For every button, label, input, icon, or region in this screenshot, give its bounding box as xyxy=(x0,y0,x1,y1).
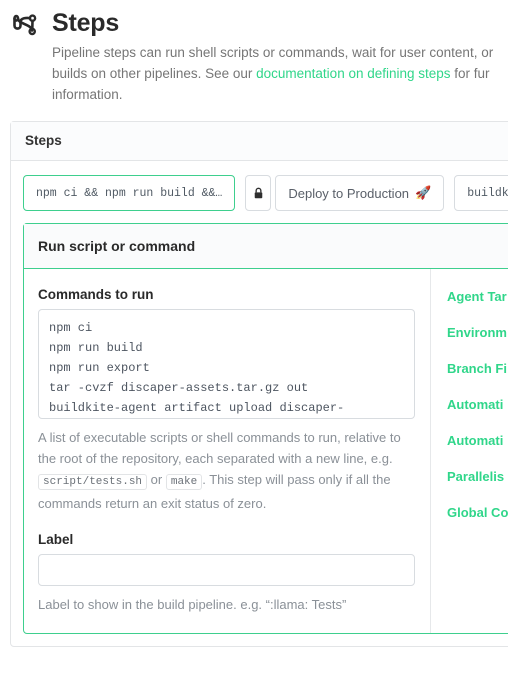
step-editor-form: Commands to run A list of executable scr… xyxy=(24,269,430,633)
page-header: Steps Pipeline steps can run shell scrip… xyxy=(0,0,508,105)
step-chip-buildkite-label: buildki xyxy=(467,186,508,200)
commands-to-run-textarea[interactable] xyxy=(38,309,415,419)
commands-to-run-help: A list of executable scripts or shell co… xyxy=(38,427,415,514)
page-description-line2: builds on other pipelines. See our xyxy=(52,66,257,81)
step-chip-deploy-label: Deploy to Production xyxy=(288,185,410,201)
step-editor-side-links: Agent Tar Environm Branch Fi Automati Au… xyxy=(430,269,508,633)
step-chip-command[interactable]: npm ci && npm run build &&… xyxy=(23,175,236,211)
steps-card-body: npm ci && npm run build &&… Deploy to Pr… xyxy=(11,161,508,646)
commands-help-text-1: A list of executable scripts or shell co… xyxy=(38,430,401,466)
steps-card: Steps npm ci && npm run build &&… Deploy… xyxy=(10,121,508,647)
label-input[interactable] xyxy=(38,554,415,586)
code-chip-script-tests: script/tests.sh xyxy=(38,474,148,490)
side-link-automatic-retry[interactable]: Automati xyxy=(447,397,508,412)
page-description-line1: Pipeline steps can run shell scripts or … xyxy=(52,45,494,60)
code-chip-make: make xyxy=(165,474,203,490)
step-chip-buildkite[interactable]: buildki xyxy=(454,175,508,211)
commands-help-or: or xyxy=(150,472,163,487)
step-editor-body: Commands to run A list of executable scr… xyxy=(24,269,508,633)
steps-card-title: Steps xyxy=(11,122,508,161)
page-description-line3: for fur xyxy=(450,66,490,81)
side-link-environment[interactable]: Environm xyxy=(447,325,508,340)
step-chip-command-label: npm ci && npm run build &&… xyxy=(36,186,223,200)
page-title: Steps xyxy=(52,9,120,37)
documentation-link[interactable]: documentation on defining steps xyxy=(256,66,450,81)
lock-icon xyxy=(245,175,272,211)
pipeline-icon xyxy=(10,11,40,41)
page-description: Pipeline steps can run shell scripts or … xyxy=(52,42,508,105)
side-link-automatic-second[interactable]: Automati xyxy=(447,433,508,448)
label-field-label: Label xyxy=(38,532,74,547)
step-editor-panel: Run script or command Commands to run A … xyxy=(23,223,508,634)
side-link-parallelism[interactable]: Parallelis xyxy=(447,469,508,484)
page-description-line4: information. xyxy=(52,87,123,102)
side-link-agent-targeting[interactable]: Agent Tar xyxy=(447,289,508,304)
step-chip-deploy[interactable]: Deploy to Production 🚀 xyxy=(275,175,445,211)
rocket-icon: 🚀 xyxy=(415,185,432,200)
side-link-branch-filtering[interactable]: Branch Fi xyxy=(447,361,508,376)
commands-to-run-label: Commands to run xyxy=(38,287,154,302)
step-chip-list: npm ci && npm run build &&… Deploy to Pr… xyxy=(23,175,508,211)
side-link-global-config[interactable]: Global Co xyxy=(447,505,508,520)
step-editor-title: Run script or command xyxy=(24,224,508,269)
header-text-block: Steps Pipeline steps can run shell scrip… xyxy=(40,8,493,105)
step-chip-deploy-group: Deploy to Production 🚀 xyxy=(245,175,445,211)
label-field-help: Label to show in the build pipeline. e.g… xyxy=(38,597,347,612)
